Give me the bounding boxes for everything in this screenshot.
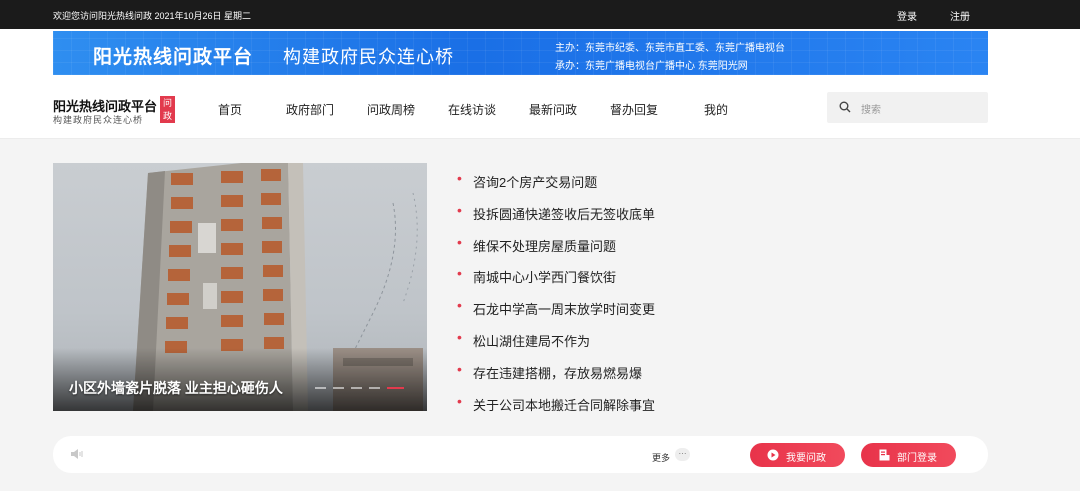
search-box[interactable]: 搜索	[827, 92, 988, 123]
nav-item-latest[interactable]: 最新问政	[529, 101, 577, 118]
ask-question-label: 我要问政	[786, 453, 826, 464]
more-icon[interactable]: ···	[675, 448, 690, 461]
banner-title: 阳光热线问政平台	[93, 47, 254, 68]
banner-host: 主办：东莞市纪委、东莞市直工委、东莞广播电视台	[555, 43, 785, 54]
bullet-icon: •	[457, 297, 462, 313]
site-logo-subtitle: 构建政府民众连心桥	[53, 115, 144, 125]
news-item[interactable]: • 南城中心小学西门餐饮街	[457, 265, 877, 285]
bullet-icon: •	[457, 265, 462, 281]
news-title[interactable]: 松山湖住建局不作为	[473, 331, 590, 350]
banner-area: 阳光热线问政平台 构建政府民众连心桥 主办：东莞市纪委、东莞市直工委、东莞广播电…	[0, 29, 1080, 80]
news-title[interactable]: 石龙中学高一周末放学时间变更	[473, 299, 655, 318]
news-title[interactable]: 投拆圆通快递签收后无签收底单	[473, 204, 655, 223]
logo-badge-bottom: 政	[162, 111, 172, 121]
carousel-dot-active[interactable]	[387, 387, 404, 389]
more-link[interactable]: 更多	[652, 451, 670, 464]
nav-item-online-interview[interactable]: 在线访谈	[448, 101, 496, 118]
main-nav: 阳光热线问政平台 构建政府民众连心桥 问 政 首页 政府部门 问政周榜 在线访谈…	[0, 80, 1080, 139]
bullet-icon: •	[457, 202, 462, 218]
logo-badge: 问 政	[160, 96, 175, 123]
news-item[interactable]: • 存在违建搭棚，存放易燃易爆	[457, 361, 877, 381]
news-title[interactable]: 存在违建搭棚，存放易燃易爆	[473, 363, 642, 382]
news-item[interactable]: • 石龙中学高一周末放学时间变更	[457, 297, 877, 317]
search-input[interactable]: 搜索	[861, 101, 881, 116]
bullet-icon: •	[457, 329, 462, 345]
bullet-icon: •	[457, 234, 462, 250]
main-content: 小区外墙瓷片脱落 业主担心砸伤人 • 咨询2个房产交易问题 • 投拆圆通快递签收…	[0, 140, 1080, 491]
nav-item-departments[interactable]: 政府部门	[286, 101, 334, 118]
bullet-icon: •	[457, 361, 462, 377]
news-item[interactable]: • 关于公司本地搬迁合同解除事宜	[457, 393, 877, 413]
nav-item-weekly-ranking[interactable]: 问政周榜	[367, 101, 415, 118]
nav-item-home[interactable]: 首页	[218, 101, 242, 118]
carousel-dot[interactable]	[315, 387, 326, 389]
speaker-icon	[71, 449, 83, 459]
bullet-icon: •	[457, 170, 462, 186]
news-item[interactable]: • 咨询2个房产交易问题	[457, 170, 877, 190]
news-title[interactable]: 咨询2个房产交易问题	[473, 172, 597, 191]
header-banner: 阳光热线问政平台 构建政府民众连心桥 主办：东莞市纪委、东莞市直工委、东莞广播电…	[53, 31, 988, 75]
department-icon	[879, 449, 890, 461]
carousel-image	[53, 163, 427, 411]
department-login-label: 部门登录	[897, 453, 937, 464]
nav-item-supervision-reply[interactable]: 督办回复	[610, 101, 658, 118]
carousel-caption[interactable]: 小区外墙瓷片脱落 业主担心砸伤人	[69, 378, 283, 398]
news-title[interactable]: 关于公司本地搬迁合同解除事宜	[473, 395, 655, 414]
carousel-dot[interactable]	[351, 387, 362, 389]
search-icon	[839, 101, 851, 113]
news-title[interactable]: 南城中心小学西门餐饮街	[473, 267, 616, 286]
featured-carousel[interactable]: 小区外墙瓷片脱落 业主担心砸伤人	[53, 163, 427, 411]
welcome-text: 欢迎您访问阳光热线问政 2021年10月26日 星期二	[53, 11, 252, 21]
nav-item-mine[interactable]: 我的	[704, 101, 728, 118]
news-title[interactable]: 维保不处理房屋质量问题	[473, 236, 616, 255]
question-icon	[767, 449, 779, 461]
department-login-button[interactable]: 部门登录	[861, 443, 956, 467]
top-bar: 欢迎您访问阳光热线问政 2021年10月26日 星期二 登录 注册	[0, 0, 1080, 29]
news-item[interactable]: • 松山湖住建局不作为	[457, 329, 877, 349]
logo-badge-top: 问	[162, 98, 172, 108]
bullet-icon: •	[457, 393, 462, 409]
register-link[interactable]: 注册	[950, 8, 970, 23]
login-link[interactable]: 登录	[897, 8, 917, 23]
news-item[interactable]: • 维保不处理房屋质量问题	[457, 234, 877, 254]
carousel-dot[interactable]	[333, 387, 344, 389]
notice-bar: 更多 ··· 我要问政 部门登录	[53, 436, 988, 473]
news-item[interactable]: • 投拆圆通快递签收后无签收底单	[457, 202, 877, 222]
banner-slogan: 构建政府民众连心桥	[283, 47, 454, 67]
carousel-dot[interactable]	[369, 387, 380, 389]
banner-organizer: 承办：东莞广播电视台广播中心 东莞阳光网	[555, 61, 748, 72]
ask-question-button[interactable]: 我要问政	[750, 443, 845, 467]
